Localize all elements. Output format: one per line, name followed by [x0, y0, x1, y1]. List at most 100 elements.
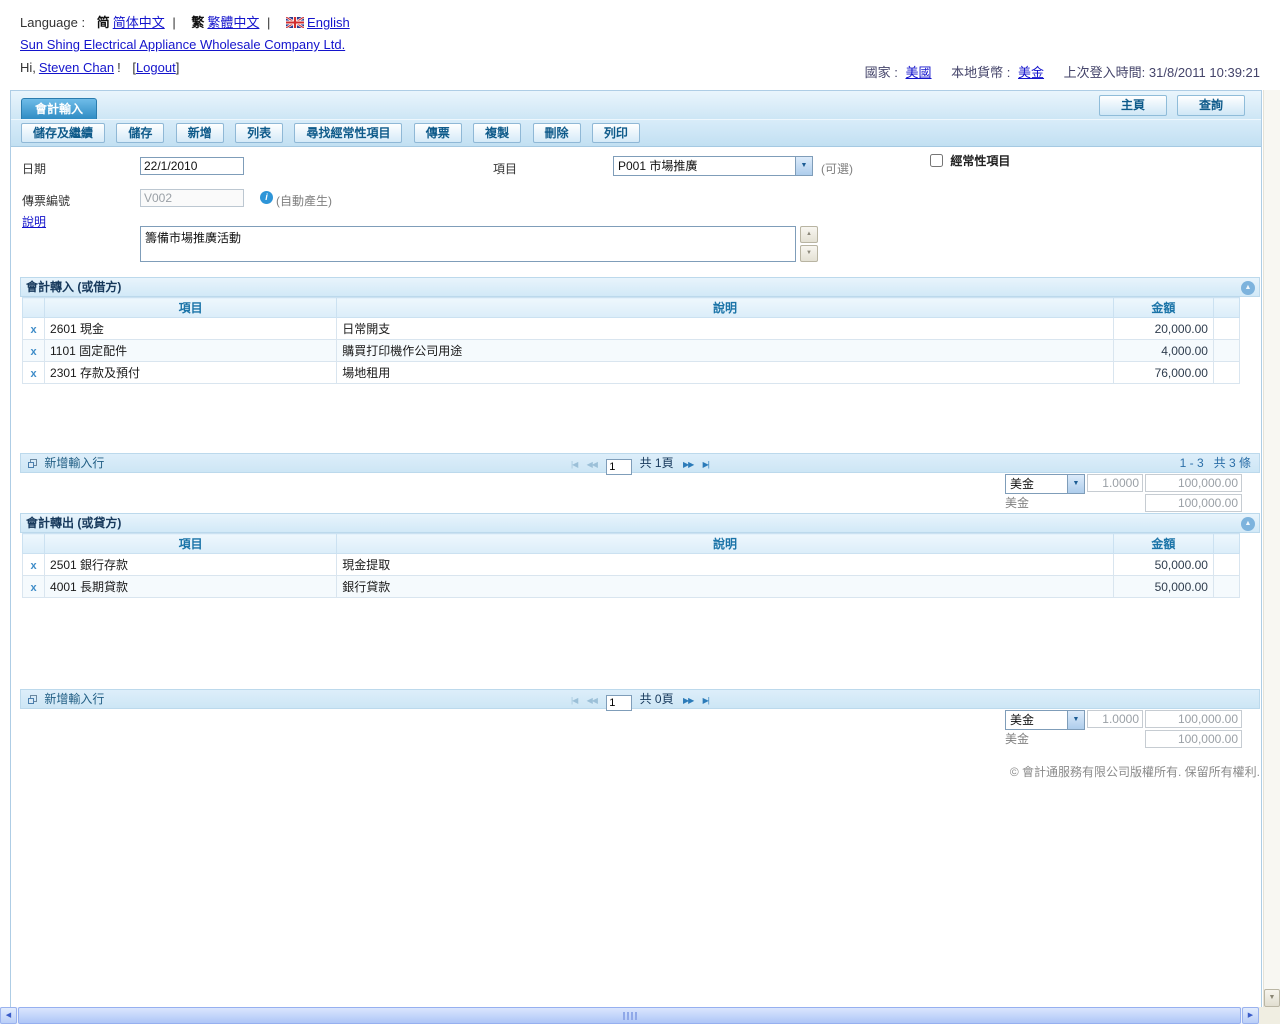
traditional-chinese-icon: 繁: [191, 15, 204, 30]
content-area: 日期 項目 P001 市場推廣 ▼ (可選) 經常性項目 傳票編號 i (自動產…: [11, 147, 1261, 1006]
column-header-amount: 金額: [1113, 298, 1213, 318]
currency-select[interactable]: 美金 ▼: [1005, 474, 1085, 494]
scroll-left-icon[interactable]: ◀: [0, 1007, 17, 1024]
first-page-icon[interactable]: |◀: [571, 460, 577, 469]
toolbar: 儲存及繼續 儲存 新增 列表 尋找經常性項目 傳票 複製 刪除 列印: [11, 120, 1261, 147]
table-row[interactable]: x 4001 長期貸款 銀行貸款 50,000.00: [23, 576, 1240, 598]
separator: |: [172, 15, 175, 30]
debit-table: 項目 說明 金額 x 2601 現金 日常開支 20,000.00 x: [22, 297, 1240, 384]
copy-button[interactable]: 複製: [473, 123, 521, 143]
prev-page-icon[interactable]: ◀◀: [587, 460, 597, 469]
total-amount-input: [1145, 710, 1242, 728]
print-button[interactable]: 列印: [592, 123, 640, 143]
page-total-label: 共 1頁: [640, 456, 674, 470]
delete-row-icon[interactable]: x: [30, 346, 36, 358]
tab-accounting-entry[interactable]: 會計輸入: [21, 98, 97, 119]
row-amount: 76,000.00: [1113, 362, 1213, 384]
row-desc: 日常開支: [337, 318, 1114, 340]
save-continue-button[interactable]: 儲存及繼續: [21, 123, 105, 143]
row-amount: 20,000.00: [1113, 318, 1213, 340]
add-row-link[interactable]: 新增輸入行: [27, 454, 104, 472]
spin-down-icon[interactable]: ▼: [800, 245, 818, 262]
credit-grid-area: 項目 說明 金額 x 2501 銀行存款 現金提取 50,000.00 x: [20, 533, 1260, 689]
last-page-icon[interactable]: ▶|: [703, 696, 709, 705]
credit-section-header: 會計轉出 (或貸方) ▲: [20, 513, 1260, 533]
search-button[interactable]: 查詢: [1177, 95, 1245, 116]
collapse-section-icon[interactable]: ▲: [1241, 517, 1255, 531]
row-amount: 50,000.00: [1113, 576, 1213, 598]
debit-section-header: 會計轉入 (或借方) ▲: [20, 277, 1260, 297]
scroll-down-icon[interactable]: ▼: [1264, 989, 1280, 1007]
add-row-link[interactable]: 新增輸入行: [27, 690, 104, 708]
table-row[interactable]: x 2501 銀行存款 現金提取 50,000.00: [23, 554, 1240, 576]
local-currency-link[interactable]: 美金: [1018, 65, 1044, 80]
company-link[interactable]: Sun Shing Electrical Appliance Wholesale…: [20, 37, 345, 52]
collapse-section-icon[interactable]: ▲: [1241, 281, 1255, 295]
page-header: Language : 简简体中文 | 繁繁體中文 | English Sun S…: [0, 0, 1280, 90]
delete-row-icon[interactable]: x: [30, 368, 36, 380]
last-page-icon[interactable]: ▶|: [703, 460, 709, 469]
find-recurring-button[interactable]: 尋找經常性項目: [294, 123, 402, 143]
description-textarea[interactable]: 籌備市場推廣活動: [140, 226, 796, 262]
base-currency-label: 美金: [1005, 496, 1029, 510]
country-link[interactable]: 美國: [906, 65, 932, 80]
first-page-icon[interactable]: |◀: [571, 696, 577, 705]
delete-row-icon[interactable]: x: [30, 324, 36, 336]
home-button[interactable]: 主頁: [1099, 95, 1167, 116]
row-item: 2501 銀行存款: [45, 554, 337, 576]
date-input[interactable]: [140, 157, 244, 175]
lang-english-link[interactable]: English: [307, 15, 350, 30]
table-row[interactable]: x 2301 存款及預付 場地租用 76,000.00: [23, 362, 1240, 384]
delete-row-icon[interactable]: x: [30, 582, 36, 594]
currency-select-value: 美金: [1006, 711, 1067, 729]
session-info: 國家 : 美國 本地貨幣 : 美金 上次登入時間: 31/8/2011 10:3…: [865, 62, 1260, 81]
last-login-label: 上次登入時間:: [1064, 65, 1146, 80]
prev-page-icon[interactable]: ◀◀: [587, 696, 597, 705]
row-desc: 銀行貸款: [337, 576, 1114, 598]
local-currency-label: 本地貨幣 :: [951, 65, 1010, 80]
list-button[interactable]: 列表: [235, 123, 283, 143]
voucher-button[interactable]: 傳票: [414, 123, 462, 143]
project-select[interactable]: P001 市場推廣 ▼: [613, 156, 813, 176]
currency-select[interactable]: 美金 ▼: [1005, 710, 1085, 730]
column-header-item: 項目: [45, 298, 337, 318]
next-page-icon[interactable]: ▶▶: [683, 460, 693, 469]
table-header-row: 項目 說明 金額: [23, 298, 1240, 318]
scroll-right-icon[interactable]: ▶: [1242, 1007, 1259, 1024]
horizontal-scrollbar[interactable]: ◀ ▶: [0, 1007, 1259, 1024]
separator: |: [267, 15, 270, 30]
row-item: 4001 長期貸款: [45, 576, 337, 598]
column-header-item: 項目: [45, 534, 337, 554]
description-link[interactable]: 說明: [22, 213, 46, 230]
table-row[interactable]: x 1101 固定配件 購買打印機作公司用途 4,000.00: [23, 340, 1240, 362]
new-button[interactable]: 新增: [176, 123, 224, 143]
save-button[interactable]: 儲存: [116, 123, 164, 143]
row-amount: 4,000.00: [1113, 340, 1213, 362]
lang-traditional-link[interactable]: 繁體中文: [207, 15, 259, 30]
voucher-form: 日期 項目 P001 市場推廣 ▼ (可選) 經常性項目 傳票編號 i (自動產…: [11, 147, 1261, 277]
add-row-label: 新增輸入行: [44, 692, 104, 706]
base-total-input: [1145, 494, 1242, 512]
delete-button[interactable]: 刪除: [533, 123, 581, 143]
vertical-scrollbar[interactable]: ▼: [1263, 90, 1280, 1007]
logout-link[interactable]: Logout: [136, 60, 176, 75]
table-row[interactable]: x 2601 現金 日常開支 20,000.00: [23, 318, 1240, 340]
scrollbar-grip: [623, 1012, 637, 1020]
debit-section-title: 會計轉入 (或借方): [26, 280, 121, 294]
next-page-icon[interactable]: ▶▶: [683, 696, 693, 705]
description-spin-buttons: ▲ ▼: [800, 226, 818, 264]
lang-simplified-link[interactable]: 简体中文: [113, 15, 165, 30]
user-name-link[interactable]: Steven Chan: [39, 60, 114, 75]
spin-up-icon[interactable]: ▲: [800, 226, 818, 243]
language-bar: Language : 简简体中文 | 繁繁體中文 | English: [20, 12, 350, 31]
column-header-desc: 說明: [337, 534, 1114, 554]
column-header-amount: 金額: [1113, 534, 1213, 554]
greeting-suffix: !: [117, 60, 121, 75]
delete-row-icon[interactable]: x: [30, 560, 36, 572]
recurring-checkbox[interactable]: [930, 154, 943, 167]
simplified-chinese-icon: 简: [97, 15, 110, 30]
credit-currency-block: 美金 ▼ 美金: [20, 709, 1260, 749]
horizontal-scrollbar-thumb[interactable]: [18, 1007, 1241, 1024]
debit-section-footer: 新增輸入行 |◀ ◀◀ 共 1頁 ▶▶ ▶| 1 - 3 共 3 條: [20, 453, 1260, 473]
table-header-row: 項目 說明 金額: [23, 534, 1240, 554]
